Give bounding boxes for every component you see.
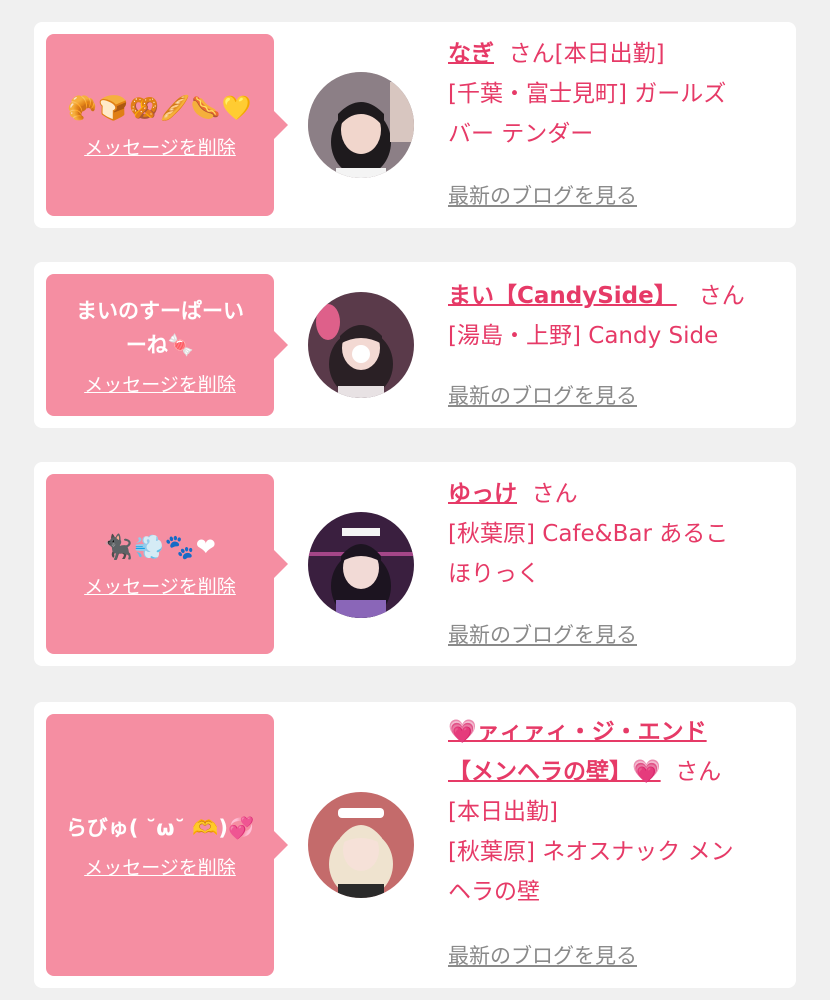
message-bubble: まいのすーぱーい ーね🍬 メッセージを削除 [46, 274, 288, 416]
member-info: なぎ さん[本日出勤] [千葉・富士見町] ガールズ バー テンダー [448, 34, 786, 154]
member-info: まい【CandySide】 さん [湯島・上野] Candy Side [448, 276, 786, 356]
shop-location-cont: ほりっく [448, 561, 540, 587]
message-text: 🥐🍞🥨🥖🌭💛 [67, 93, 253, 122]
latest-blog-link[interactable]: 最新のブログを見る [448, 180, 637, 210]
shop-location: [秋葉原] ネオスナック メン [448, 839, 734, 865]
member-name-link[interactable]: まい【CandySide】 [448, 283, 677, 309]
message-line: まいのすーぱーい [76, 298, 244, 323]
honorific: さん [531, 481, 578, 507]
honorific: さん [698, 283, 745, 309]
honorific: さん [508, 41, 555, 67]
message-text: らびゅ( ˘ω˘ 🫶)💞 [65, 815, 255, 840]
latest-blog-link[interactable]: 最新のブログを見る [448, 940, 637, 970]
message-text: 🐈‍⬛💨🐾❤ [103, 532, 217, 561]
shop-location: [秋葉原] Cafe&Bar あるこ [448, 521, 729, 547]
member-info: 💗ァィァィ・ジ・エンド 【メンヘラの壁】💗 さん [本日出勤] [秋葉原] ネオ… [448, 712, 786, 912]
avatar[interactable] [308, 292, 414, 398]
honorific: さん [675, 759, 722, 785]
member-info: ゆっけ さん [秋葉原] Cafe&Bar あるこ ほりっく [448, 474, 786, 594]
avatar[interactable] [308, 72, 414, 178]
member-name-link[interactable]: 💗ァィァィ・ジ・エンド [448, 719, 707, 745]
avatar-photo-icon [308, 512, 414, 618]
avatar[interactable] [308, 792, 414, 898]
avatar-photo-icon [308, 292, 414, 398]
message-card: 🐈‍⬛💨🐾❤ メッセージを削除 ゆっけ さん [秋葉原] Cafe&Bar ある… [34, 462, 796, 666]
shop-status: [本日出勤] [448, 799, 558, 825]
message-card: 🥐🍞🥨🥖🌭💛 メッセージを削除 なぎ さん[本日出勤] [千葉・富士見町] ガー… [34, 22, 796, 228]
avatar[interactable] [308, 512, 414, 618]
shop-status: [本日出勤] [554, 41, 665, 67]
member-name-link[interactable]: ゆっけ [448, 481, 517, 507]
shop-location-cont: ヘラの壁 [448, 879, 540, 905]
message-card: まいのすーぱーい ーね🍬 メッセージを削除 まい【CandySide】 さん [… [34, 262, 796, 428]
message-text: まいのすーぱーい ーね🍬 [76, 294, 244, 362]
delete-message-link[interactable]: メッセージを削除 [84, 370, 236, 397]
shop-location-cont: バー テンダー [448, 121, 594, 147]
avatar-photo-icon [308, 792, 414, 898]
latest-blog-link[interactable]: 最新のブログを見る [448, 619, 637, 649]
avatar-photo-icon [308, 72, 414, 178]
delete-message-link[interactable]: メッセージを削除 [84, 133, 236, 160]
shop-location: [湯島・上野] Candy Side [448, 323, 719, 349]
message-bubble: らびゅ( ˘ω˘ 🫶)💞 メッセージを削除 [46, 714, 288, 976]
delete-message-link[interactable]: メッセージを削除 [84, 572, 236, 599]
shop-location: [千葉・富士見町] ガールズ [448, 81, 727, 107]
member-name-link-cont[interactable]: 【メンヘラの壁】💗 [448, 759, 661, 785]
member-name-link[interactable]: なぎ [448, 41, 494, 67]
message-bubble: 🥐🍞🥨🥖🌭💛 メッセージを削除 [46, 34, 288, 216]
delete-message-link[interactable]: メッセージを削除 [84, 853, 236, 880]
latest-blog-link[interactable]: 最新のブログを見る [448, 380, 637, 410]
message-line: ーね🍬 [125, 332, 195, 357]
message-card: らびゅ( ˘ω˘ 🫶)💞 メッセージを削除 💗ァィァィ・ジ・エンド 【メンヘラの… [34, 702, 796, 988]
message-bubble: 🐈‍⬛💨🐾❤ メッセージを削除 [46, 474, 288, 654]
